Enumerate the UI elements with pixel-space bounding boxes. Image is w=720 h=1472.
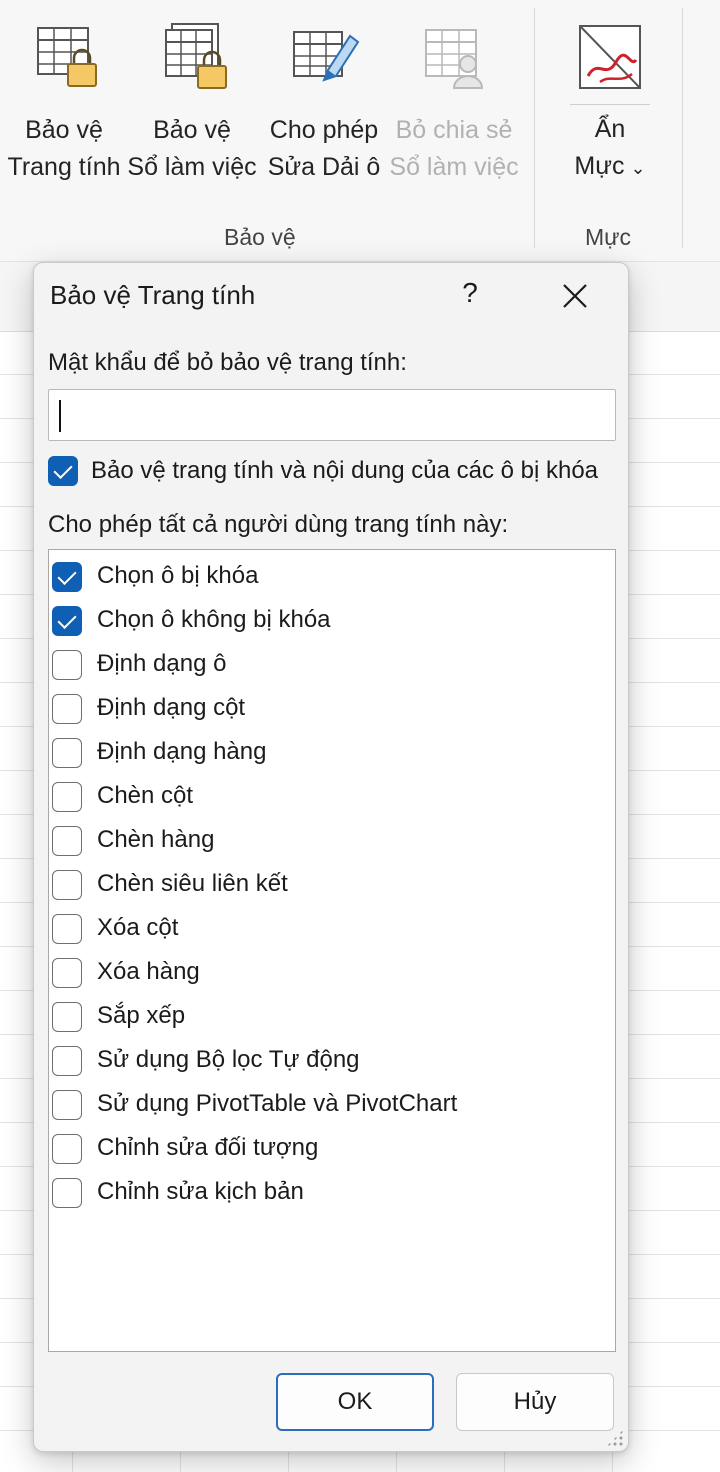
chevron-down-icon[interactable]: ⌄	[630, 158, 645, 178]
unshare-workbook-icon	[414, 18, 494, 98]
permission-use-pivottable[interactable]: Sử dụng PivotTable và PivotChart	[49, 1084, 609, 1126]
permission-label: Xóa cột	[97, 914, 179, 941]
ink-button-divider	[570, 104, 650, 105]
permission-label: Xóa hàng	[97, 958, 200, 985]
close-button[interactable]	[558, 279, 592, 313]
allow-edit-ranges-label-1: Cho phép	[269, 116, 379, 144]
group-separator	[534, 8, 535, 248]
permission-edit-scenarios[interactable]: Chỉnh sửa kịch bản	[49, 1172, 609, 1214]
permission-label: Định dạng hàng	[97, 738, 267, 765]
permission-checkbox[interactable]	[52, 914, 82, 944]
permission-delete-rows[interactable]: Xóa hàng	[49, 952, 609, 994]
protect-workbook-label-1: Bảo vệ	[153, 116, 231, 144]
allow-users-label: Cho phép tất cả người dùng trang tính nà…	[48, 511, 509, 538]
protect-workbook-button[interactable]: Bảo vệ Sổ làm việc	[127, 18, 257, 198]
ribbon: Bảo vệ Trang tính Bảo vệ Sổ làm việc Cho…	[0, 0, 720, 262]
protect-workbook-label-2: Sổ làm việc	[127, 153, 257, 181]
permission-checkbox[interactable]	[52, 738, 82, 768]
group-separator-2	[682, 8, 683, 248]
permission-insert-hyperlinks[interactable]: Chèn siêu liên kết	[49, 864, 609, 906]
hide-ink-button[interactable]: Ẩn Mực ⌄	[566, 18, 654, 198]
password-input[interactable]	[48, 389, 616, 441]
permission-checkbox[interactable]	[52, 1134, 82, 1164]
close-icon	[563, 284, 587, 308]
permission-checkbox[interactable]	[52, 1090, 82, 1120]
permission-insert-rows[interactable]: Chèn hàng	[49, 820, 609, 862]
unshare-workbook-label-2: Sổ làm việc	[389, 153, 519, 181]
permission-checkbox[interactable]	[52, 870, 82, 900]
permission-sort[interactable]: Sắp xếp	[49, 996, 609, 1038]
permission-label: Chọn ô không bị khóa	[97, 606, 331, 633]
unshare-workbook-label-1: Bỏ chia sẻ	[395, 116, 513, 144]
allow-edit-ranges-label-2: Sửa Dải ô	[267, 153, 381, 181]
protect-sheet-dialog: Bảo vệ Trang tính ? Mật khẩu để bỏ bảo v…	[33, 262, 629, 1452]
permission-select-locked-cells[interactable]: Chọn ô bị khóa	[49, 556, 609, 598]
hide-ink-label-2: Mực	[574, 152, 625, 180]
permission-label: Chèn siêu liên kết	[97, 870, 288, 897]
protect-contents-label: Bảo vệ trang tính và nội dung của các ô …	[91, 457, 599, 484]
text-caret	[59, 400, 61, 432]
permission-checkbox[interactable]	[52, 958, 82, 988]
unshare-workbook-button: Bỏ chia sẻ Sổ làm việc	[389, 18, 519, 198]
protect-workbook-icon	[152, 18, 232, 98]
permission-label: Định dạng cột	[97, 694, 246, 721]
permission-checkbox[interactable]	[52, 650, 82, 680]
protect-sheet-button[interactable]: Bảo vệ Trang tính	[7, 18, 121, 198]
permission-checkbox[interactable]	[52, 1178, 82, 1208]
permission-format-columns[interactable]: Định dạng cột	[49, 688, 609, 730]
permission-use-autofilter[interactable]: Sử dụng Bộ lọc Tự động	[49, 1040, 609, 1082]
ok-button[interactable]: OK	[276, 1373, 434, 1431]
permission-label: Chèn hàng	[97, 826, 215, 853]
help-button[interactable]: ?	[458, 277, 482, 313]
permission-checkbox[interactable]	[52, 606, 82, 636]
permissions-list[interactable]: Chọn ô bị khóa Chọn ô không bị khóa Định…	[48, 549, 616, 1352]
protect-group-label: Bảo vệ	[224, 224, 296, 250]
permission-insert-columns[interactable]: Chèn cột	[49, 776, 609, 818]
permission-checkbox[interactable]	[52, 694, 82, 724]
protect-sheet-icon	[24, 18, 104, 98]
permission-label: Chọn ô bị khóa	[97, 562, 259, 589]
dialog-title: Bảo vệ Trang tính	[50, 280, 256, 310]
permission-checkbox[interactable]	[52, 1046, 82, 1076]
permission-select-unlocked-cells[interactable]: Chọn ô không bị khóa	[49, 600, 609, 642]
protect-sheet-label-2: Trang tính	[7, 153, 121, 181]
hide-ink-label-1: Ẩn	[594, 115, 626, 143]
permission-edit-objects[interactable]: Chỉnh sửa đối tượng	[49, 1128, 609, 1170]
permission-label: Sử dụng PivotTable và PivotChart	[97, 1090, 458, 1117]
permission-checkbox[interactable]	[52, 562, 82, 592]
permission-label: Chỉnh sửa đối tượng	[97, 1134, 319, 1161]
password-label: Mật khẩu để bỏ bảo vệ trang tính:	[48, 349, 407, 376]
permission-label: Định dạng ô	[97, 650, 227, 677]
cancel-button[interactable]: Hủy	[456, 1373, 614, 1431]
ink-group-label: Mực	[585, 224, 632, 250]
permission-label: Sắp xếp	[97, 1002, 186, 1029]
permission-label: Chèn cột	[97, 782, 194, 809]
permission-checkbox[interactable]	[52, 782, 82, 812]
hide-ink-icon	[570, 18, 650, 98]
permission-label: Sử dụng Bộ lọc Tự động	[97, 1046, 360, 1073]
permission-checkbox[interactable]	[52, 826, 82, 856]
resize-grip-icon[interactable]	[606, 1429, 624, 1447]
permission-label: Chỉnh sửa kịch bản	[97, 1178, 304, 1205]
protect-sheet-label-1: Bảo vệ	[25, 116, 103, 144]
permission-checkbox[interactable]	[52, 1002, 82, 1032]
allow-edit-ranges-icon	[284, 18, 364, 98]
protect-contents-checkbox[interactable]	[48, 456, 78, 486]
allow-edit-ranges-button[interactable]: Cho phép Sửa Dải ô	[268, 18, 380, 198]
permission-delete-columns[interactable]: Xóa cột	[49, 908, 609, 950]
permission-format-rows[interactable]: Định dạng hàng	[49, 732, 609, 774]
permission-format-cells[interactable]: Định dạng ô	[49, 644, 609, 686]
